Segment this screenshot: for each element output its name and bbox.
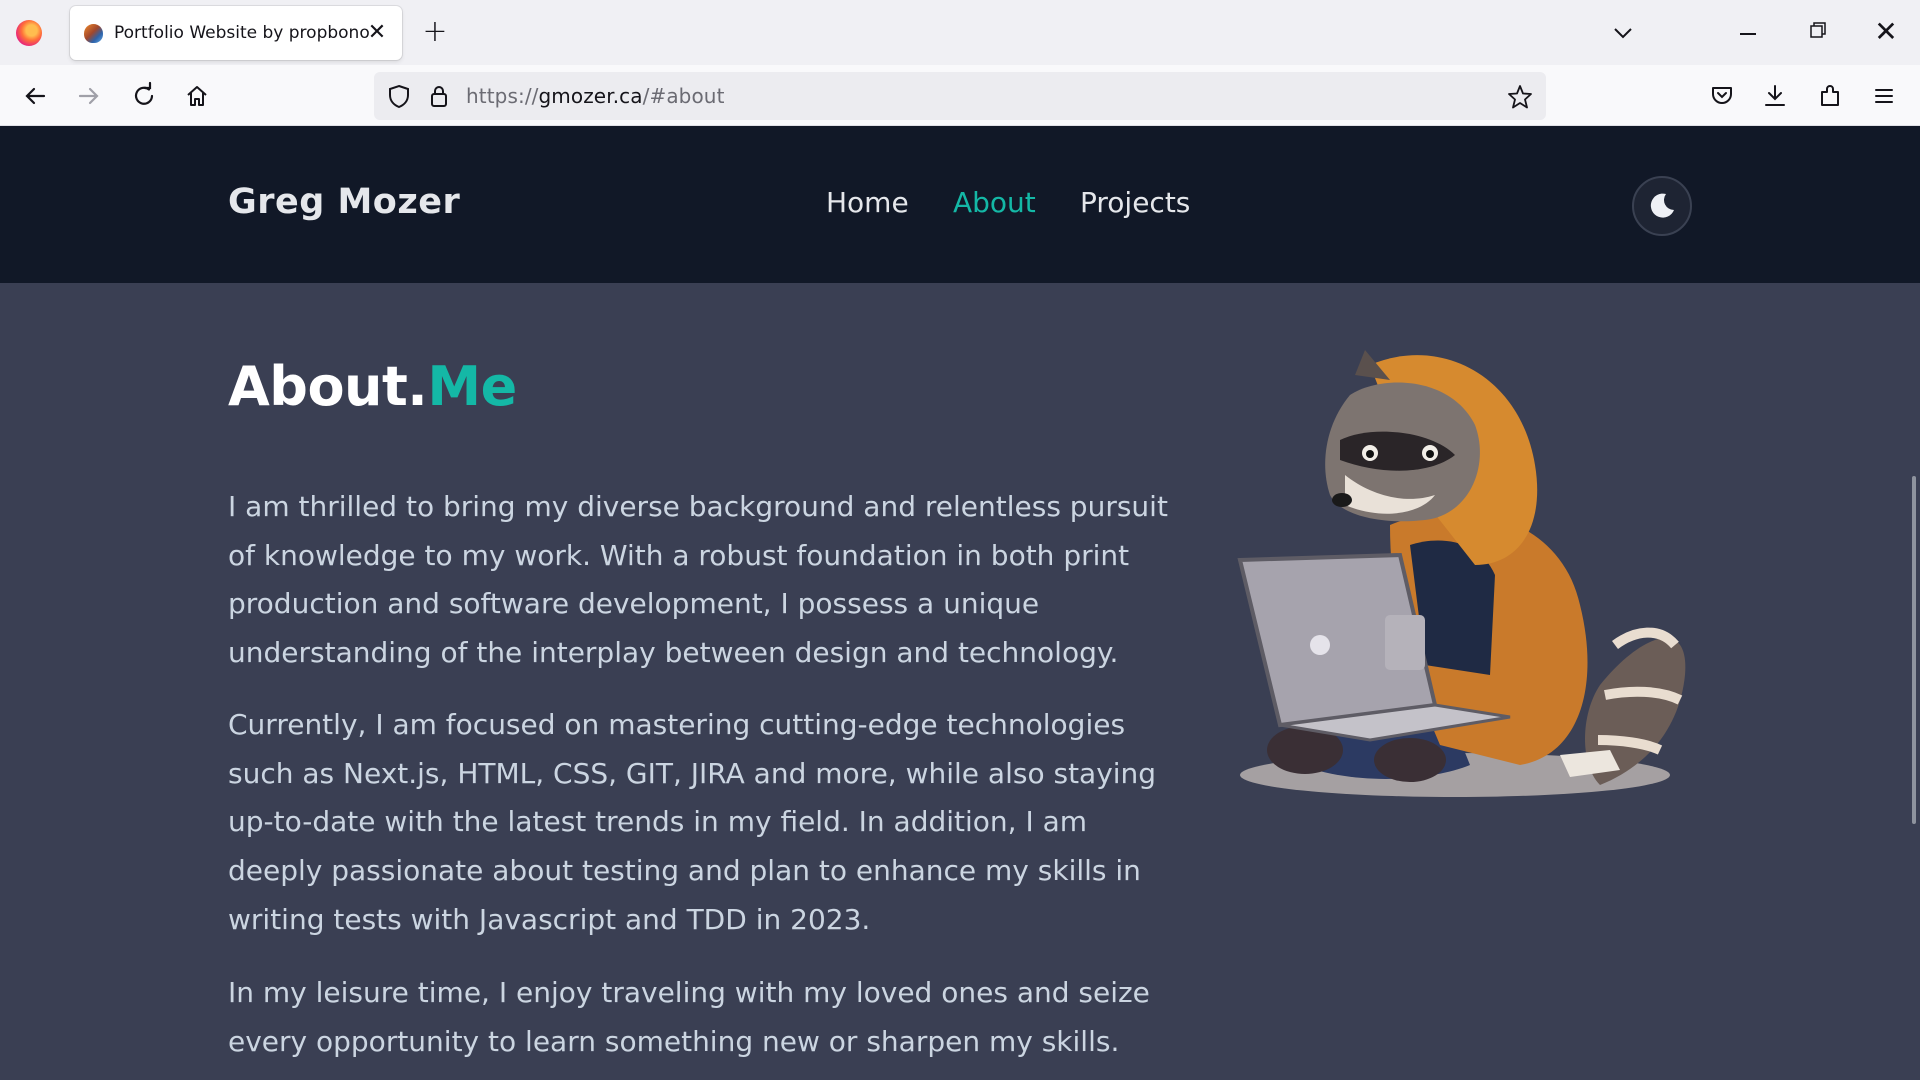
site-brand-logo[interactable]: Greg Mozer [228,182,460,222]
paragraph-line: writing tests with Javascript and TDD in… [228,902,871,936]
paragraph-line: up-to-date with the latest trends in my … [228,805,1088,839]
window-minimize-icon[interactable] [1740,33,1756,35]
tab-list-chevron-down-icon[interactable] [1608,18,1638,48]
back-arrow-icon[interactable] [18,79,52,113]
home-icon[interactable] [180,79,214,113]
window-close-icon[interactable]: ✕ [1870,16,1902,48]
moon-icon [1650,193,1674,218]
url-host: gmozer.ca [538,84,643,108]
paragraph-line: every opportunity to learn something new… [228,1024,1120,1058]
nav-link-home[interactable]: Home [826,186,909,219]
about-paragraph-2: Currently, I am focused on mastering cut… [228,701,1188,945]
url-text[interactable]: https://gmozer.ca/#about [466,84,725,108]
paragraph-line: Currently, I am focused on mastering cut… [228,708,1126,741]
menu-hamburger-icon[interactable] [1867,79,1901,113]
theme-toggle-button[interactable] [1632,176,1692,236]
paragraph-line: understanding of the interplay between d… [228,636,1119,670]
browser-nav-bar: https://gmozer.ca/#about [0,65,1920,126]
bookmark-star-icon[interactable] [1506,83,1534,111]
tracking-shield-icon[interactable] [386,83,412,109]
raccoon-with-laptop-illustration [1237,350,1686,797]
download-icon[interactable] [1758,79,1792,113]
site-header: Greg Mozer Home About Projects [0,126,1920,283]
paragraph-line: In my leisure time, I enjoy traveling wi… [228,976,1150,1009]
about-heading-main: About. [228,355,428,418]
reload-icon[interactable] [127,79,161,113]
forward-arrow-icon[interactable] [72,79,106,113]
paragraph-line: production and software development, I p… [228,587,1040,621]
tab-title: Portfolio Website by propbono [114,23,370,43]
url-scheme: https:// [466,84,539,108]
paragraph-line: such as Next.js, HTML, CSS, GIT, JIRA an… [228,756,1157,790]
url-path: /#about [642,84,725,108]
paragraph-line: deeply passionate about testing and plan… [228,854,1141,888]
extensions-icon[interactable] [1813,79,1847,113]
about-heading: About.Me [228,355,517,418]
about-paragraph-3: In my leisure time, I enjoy traveling wi… [228,969,1188,1066]
firefox-logo-icon[interactable] [16,20,42,46]
nav-link-projects[interactable]: Projects [1080,186,1190,219]
tab-close-icon[interactable]: ✕ [363,19,391,47]
browser-tab-bar: Portfolio Website by propbono ✕ + ✕ [0,0,1920,65]
site-favicon-icon [84,24,103,43]
browser-tab-active[interactable]: Portfolio Website by propbono ✕ [70,6,402,60]
nav-link-about[interactable]: About [953,186,1036,219]
page-scrollbar[interactable] [1912,476,1916,824]
pocket-icon[interactable] [1705,79,1739,113]
about-paragraph-1: I am thrilled to bring my diverse backgr… [228,483,1188,678]
new-tab-plus-icon[interactable]: + [420,17,450,47]
about-heading-accent: Me [427,355,517,418]
url-bar[interactable]: https://gmozer.ca/#about [374,72,1546,120]
lock-icon[interactable] [426,83,452,109]
paragraph-line: I am thrilled to bring my diverse backgr… [228,490,1168,523]
window-restore-icon[interactable] [1810,22,1826,38]
paragraph-line: of knowledge to my work. With a robust f… [228,538,1130,572]
